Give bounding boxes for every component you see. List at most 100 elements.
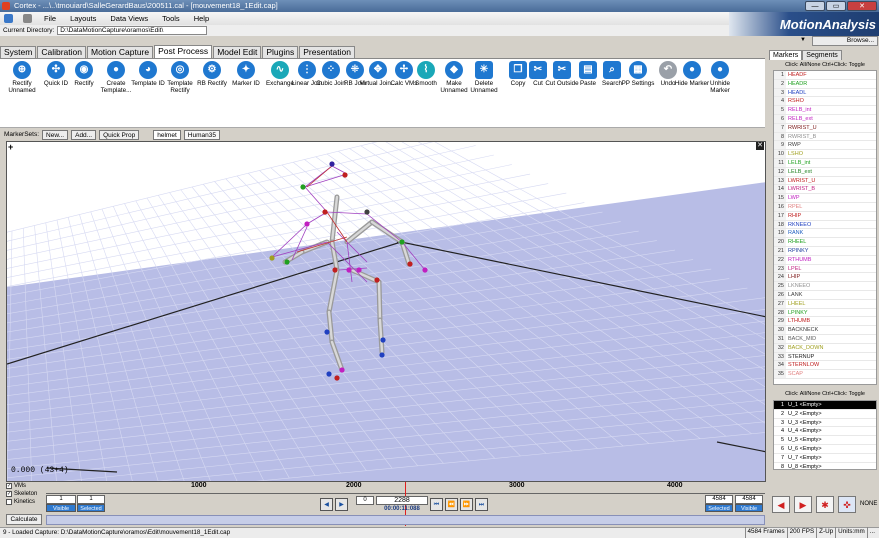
- marker-row[interactable]: 30 BACKNECK: [774, 326, 876, 335]
- marker-row[interactable]: 5 RELB_int: [774, 106, 876, 115]
- marker-row[interactable]: 7 RWRIST_U: [774, 123, 876, 133]
- play-reverse-icon[interactable]: ◀: [772, 496, 790, 513]
- visible-start-button[interactable]: Visible: [46, 504, 76, 512]
- marker-row[interactable]: 3 HEADL: [774, 88, 876, 98]
- directory-dropdown-icon[interactable]: ▼: [800, 37, 806, 43]
- marker-row[interactable]: 17 RHIP: [774, 211, 876, 221]
- go-start-icon[interactable]: ⏮: [430, 498, 443, 511]
- add-markerset-button[interactable]: Add...: [71, 129, 97, 140]
- marker-row[interactable]: 22 RTHUMB: [774, 255, 876, 265]
- tab-model-edit[interactable]: Model Edit: [213, 46, 262, 58]
- tab-system[interactable]: System: [0, 46, 37, 58]
- minimize-button[interactable]: —: [805, 1, 825, 11]
- menu-tools[interactable]: Tools: [160, 14, 182, 23]
- unnamed-row[interactable]: 1 U_1 <Empty>: [774, 401, 876, 410]
- browse-button[interactable]: Browse...: [812, 36, 878, 46]
- marker-row[interactable]: 4 RSHO: [774, 97, 876, 107]
- unnamed-row[interactable]: 6 U_6 <Empty>: [774, 445, 876, 454]
- selected-start-button[interactable]: Selected: [77, 504, 105, 512]
- maximize-button[interactable]: ▭: [826, 1, 846, 11]
- tab-calibration[interactable]: Calibration: [37, 46, 86, 58]
- 3d-viewport[interactable]: + ✕ 0.000 (43+4): [6, 141, 766, 482]
- marker-row[interactable]: 26 LANK: [774, 290, 876, 300]
- tab-post-process[interactable]: Post Process: [154, 45, 213, 58]
- marker-row[interactable]: 1 HEADF: [774, 71, 876, 80]
- marker-row[interactable]: 35 SCAP: [774, 370, 876, 379]
- unnamed-row[interactable]: 5 U_5 <Empty>: [774, 436, 876, 445]
- marker-row[interactable]: 31 BACK_MID: [774, 334, 876, 344]
- tab-presentation[interactable]: Presentation: [299, 46, 355, 58]
- save-icon[interactable]: [4, 14, 13, 23]
- selected-end-button[interactable]: Selected: [705, 504, 733, 512]
- marker-row[interactable]: 13 LWRIST_U: [774, 176, 876, 186]
- tab-plugins[interactable]: Plugins: [262, 46, 299, 58]
- tab-motion-capture[interactable]: Motion Capture: [86, 46, 154, 58]
- start-frame-field[interactable]: 1: [46, 495, 76, 504]
- marker-row[interactable]: 19 RANK: [774, 229, 876, 239]
- vms-checkbox[interactable]: ✓: [6, 483, 12, 489]
- step-back-icon[interactable]: ◀: [320, 498, 333, 511]
- 3d-scene[interactable]: [7, 142, 766, 482]
- unnamed-row[interactable]: 2 U_2 <Empty>: [774, 410, 876, 419]
- tab-segments[interactable]: Segments: [802, 50, 842, 60]
- unnamed-row[interactable]: 7 U_7 <Empty>: [774, 454, 876, 463]
- marker-row[interactable]: 2 HEADR: [774, 79, 876, 89]
- marker-row[interactable]: 16 RPEL: [774, 202, 876, 212]
- directory-field[interactable]: D:\DataMotionCapture\oramos\Edit\: [57, 26, 208, 35]
- next-key-icon[interactable]: ⏩: [460, 498, 473, 511]
- marker-row[interactable]: 29 LTHUMB: [774, 317, 876, 327]
- open-icon[interactable]: [23, 14, 32, 23]
- marker-row[interactable]: 23 LPEL: [774, 264, 876, 274]
- close-button[interactable]: ✕: [847, 1, 877, 11]
- marker-row[interactable]: 27 LHEEL: [774, 299, 876, 309]
- new-markerset-button[interactable]: New...: [42, 129, 69, 140]
- unnamed-row[interactable]: 8 U_8 <Empty>: [774, 463, 876, 469]
- step-field[interactable]: 0: [356, 496, 374, 505]
- marker-row[interactable]: 32 BACK_DOWN: [774, 343, 876, 353]
- marker-row[interactable]: 28 LPINKY: [774, 308, 876, 318]
- marker-row[interactable]: 34 STERNLOW: [774, 361, 876, 371]
- marker-row[interactable]: 18 RKNEEO: [774, 220, 876, 230]
- marker-row[interactable]: 20 RHEEL: [774, 238, 876, 247]
- marker-row[interactable]: 24 LHIP: [774, 273, 876, 283]
- marker-row[interactable]: 25 LKNEEO: [774, 282, 876, 291]
- marker-row[interactable]: 10 LSHO: [774, 150, 876, 159]
- menu-file[interactable]: File: [42, 14, 58, 23]
- menu-data-views[interactable]: Data Views: [108, 14, 150, 23]
- kinetics-checkbox[interactable]: [6, 499, 12, 505]
- marker-row[interactable]: 8 RWRIST_B: [774, 132, 876, 142]
- calculate-button[interactable]: Calculate: [6, 514, 42, 525]
- visible-end-button[interactable]: Visible: [735, 504, 763, 512]
- menu-help[interactable]: Help: [192, 14, 211, 23]
- current-frame-field[interactable]: 2288: [376, 496, 428, 505]
- markerset-tab-helmet[interactable]: helmet: [153, 129, 181, 140]
- unnamed-row[interactable]: 4 U_4 <Empty>: [774, 427, 876, 437]
- start-frame-field-2[interactable]: 1: [77, 495, 105, 504]
- marker-row[interactable]: 21 RPINKY: [774, 246, 876, 256]
- play-forward-icon[interactable]: ▶: [794, 496, 812, 513]
- unnamed-list[interactable]: 1 U_1 <Empty> 2 U_2 <Empty> 3 U_3 <Empty> 4 U_4…: [773, 400, 877, 470]
- marker-row[interactable]: 9 RWP: [774, 141, 876, 151]
- loop-icon[interactable]: ✱: [816, 496, 834, 513]
- bounce-icon[interactable]: ✜: [838, 496, 856, 513]
- viewport-expand-icon[interactable]: +: [8, 142, 13, 152]
- marker-row[interactable]: 11 LELB_int: [774, 158, 876, 168]
- viewport-close-icon[interactable]: ✕: [756, 142, 764, 150]
- tab-markers[interactable]: Markers: [769, 50, 803, 60]
- unnamed-row[interactable]: 3 U_3 <Empty>: [774, 419, 876, 428]
- end-frame-field[interactable]: 4584: [705, 495, 733, 504]
- marker-row[interactable]: 33 STERNUP: [774, 352, 876, 362]
- marker-row[interactable]: 6 RELB_ext: [774, 114, 876, 124]
- menu-layouts[interactable]: Layouts: [68, 14, 98, 23]
- marker-row[interactable]: 14 LWRIST_B: [774, 185, 876, 195]
- prev-key-icon[interactable]: ⏪: [445, 498, 458, 511]
- tool-unhide-marker[interactable]: ● Unhide Marker: [700, 61, 740, 94]
- marker-row[interactable]: 12 LELB_ext: [774, 167, 876, 177]
- quick-prop-button[interactable]: Quick Prop: [99, 129, 140, 140]
- marker-row[interactable]: 15 LWP: [774, 194, 876, 203]
- markerset-tab-human35[interactable]: Human35: [183, 129, 220, 140]
- step-forward-icon[interactable]: ▶: [335, 498, 348, 511]
- go-end-icon[interactable]: ⏭: [475, 498, 488, 511]
- skeleton-checkbox[interactable]: ✓: [6, 491, 12, 497]
- markers-list[interactable]: 1 HEADF 2 HEADR 3 HEADL 4 RSHO 5 RELB_int 6 RELB_ex…: [773, 70, 877, 385]
